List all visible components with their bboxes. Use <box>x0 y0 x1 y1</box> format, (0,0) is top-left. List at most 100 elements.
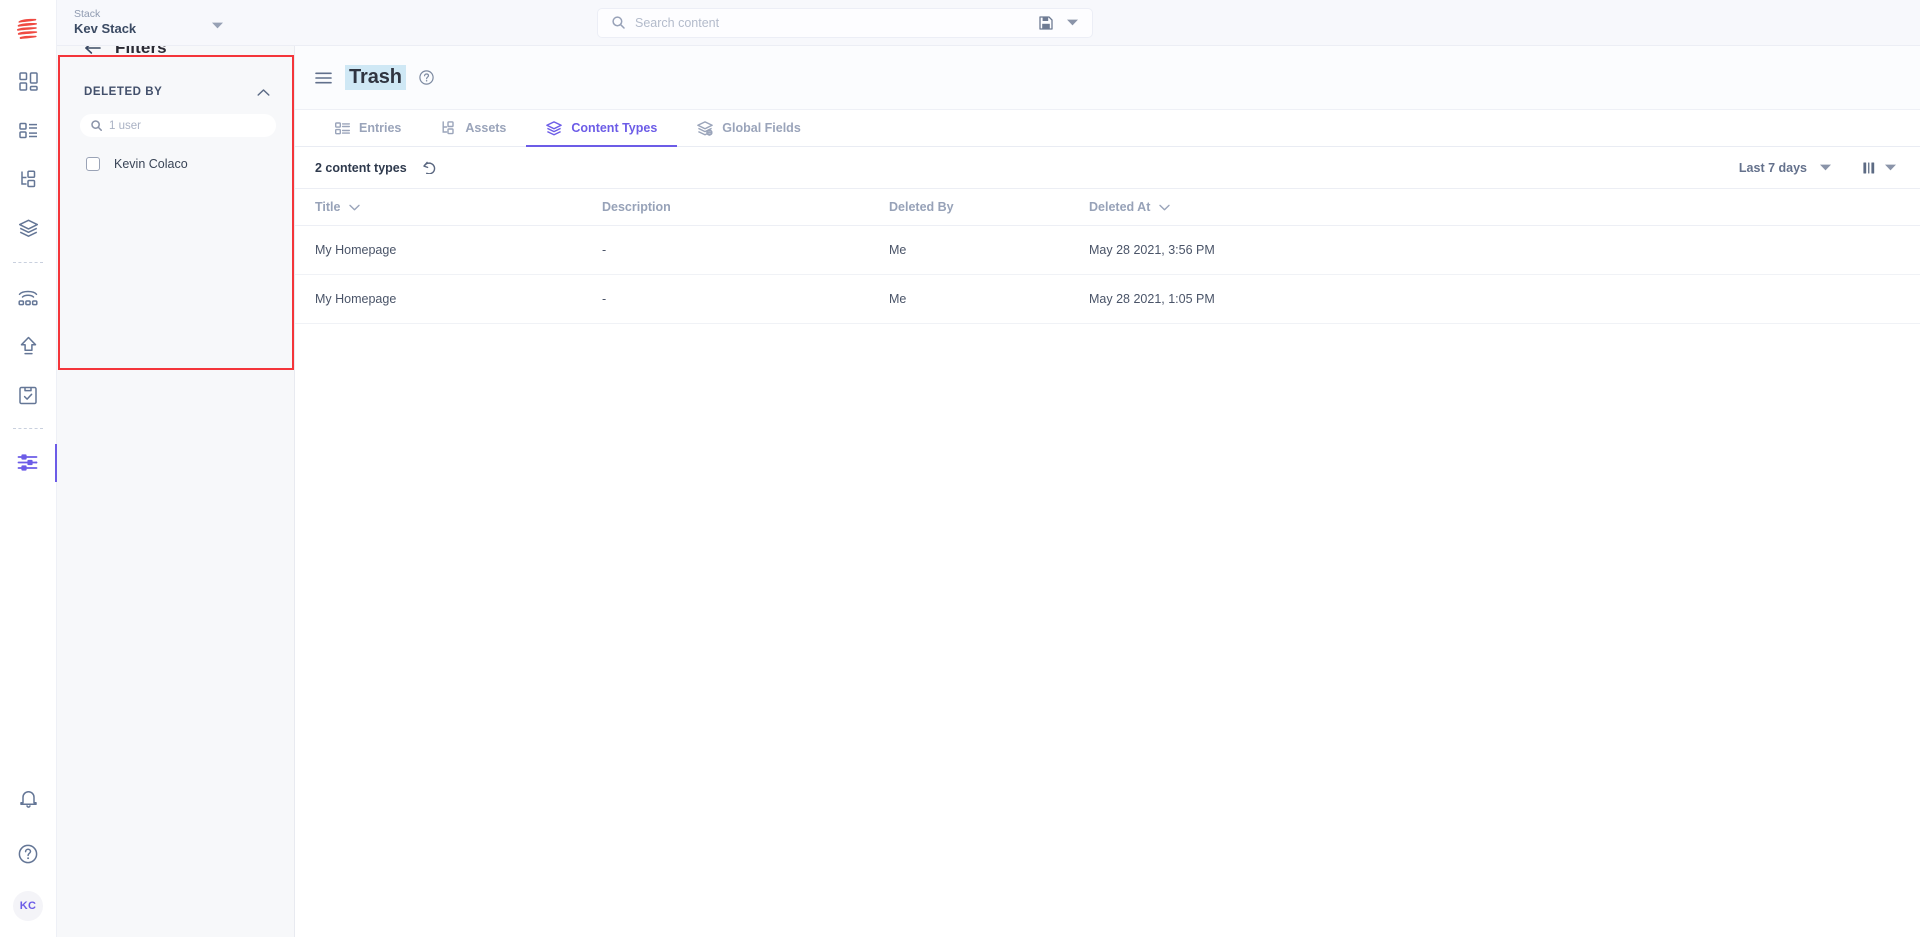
tab-entries[interactable]: Entries <box>315 110 421 146</box>
toolbar-right-group: Last 7 days <box>1739 161 1900 175</box>
page-title: Trash <box>345 65 406 90</box>
column-header-title[interactable]: Title <box>315 200 602 214</box>
left-icon-rail: KC <box>0 0 57 937</box>
filter-option-kevin-colaco[interactable]: Kevin Colaco <box>57 137 294 171</box>
workflow-icon <box>19 385 37 405</box>
column-header-label: Deleted By <box>889 200 954 214</box>
search-icon <box>91 120 102 131</box>
avatar[interactable]: KC <box>13 891 43 921</box>
list-toolbar: 2 content types Last 7 days <box>295 147 1920 189</box>
tab-label: Assets <box>465 121 507 135</box>
release-icon <box>19 336 38 356</box>
chevron-down-icon[interactable] <box>1885 164 1896 171</box>
chevron-down-icon[interactable] <box>1067 19 1078 26</box>
table-row[interactable]: My Homepage - Me May 28 2021, 3:56 PM <box>295 226 1920 275</box>
column-selector[interactable] <box>1863 161 1896 175</box>
table-body: My Homepage - Me May 28 2021, 3:56 PM My… <box>295 226 1920 324</box>
cell-deleted-by: Me <box>889 243 907 257</box>
stack-label: Stack <box>74 8 101 20</box>
sidebar-item-workflows[interactable] <box>0 370 57 419</box>
page-header: Trash <box>295 46 1920 109</box>
deleted-by-search-placeholder: 1 user <box>109 119 141 132</box>
cell-deleted-by: Me <box>889 292 907 306</box>
column-header-label: Deleted At <box>1089 200 1151 214</box>
columns-icon <box>1863 161 1877 175</box>
tab-assets[interactable]: Assets <box>421 110 526 146</box>
column-header-label: Title <box>315 200 341 214</box>
deleted-by-search-input[interactable]: 1 user <box>80 114 276 137</box>
cell-deleted-at: May 28 2021, 1:05 PM <box>1089 292 1215 306</box>
cell-title: My Homepage <box>315 292 397 306</box>
notifications-button[interactable] <box>0 771 57 826</box>
tab-label: Content Types <box>571 121 658 135</box>
filters-highlight-box <box>58 55 294 370</box>
cell-description: - <box>602 243 607 257</box>
cell-description: - <box>602 292 607 306</box>
assets-icon <box>19 170 38 189</box>
sidebar-item-trash[interactable] <box>0 438 57 487</box>
tab-bar: Entries Assets Content Types Global Fiel… <box>295 109 1920 147</box>
chevron-down-icon[interactable] <box>1159 204 1171 211</box>
refresh-icon[interactable] <box>422 161 436 174</box>
sidebar-item-dashboard[interactable] <box>0 57 57 106</box>
bell-icon <box>19 789 38 809</box>
chevron-down-icon[interactable] <box>1820 164 1831 171</box>
content-region: Trash Entries Assets Content Types Globa… <box>295 46 1920 937</box>
table-header-row: Title Description Deleted By Deleted At <box>295 189 1920 226</box>
deleted-by-label: DELETED BY <box>84 86 163 98</box>
rail-divider-1 <box>13 262 43 263</box>
checkbox[interactable] <box>86 157 100 171</box>
tab-label: Entries <box>359 121 402 135</box>
main-region: Stack Kev Stack Search content Trash Ent… <box>57 0 1920 937</box>
publish-queue-icon <box>17 287 39 307</box>
item-count: 2 content types <box>315 160 407 175</box>
trash-table: Title Description Deleted By Deleted At <box>295 189 1920 324</box>
sidebar-item-entries[interactable] <box>0 106 57 155</box>
avatar-initials: KC <box>19 900 37 912</box>
column-header-deleted-at[interactable]: Deleted At <box>1089 200 1900 214</box>
entries-icon <box>18 122 38 139</box>
filter-option-label: Kevin Colaco <box>114 157 188 171</box>
rail-divider-2 <box>13 428 43 429</box>
global-search-bar[interactable]: Search content <box>597 7 1093 38</box>
dashboard-icon <box>18 72 38 91</box>
sidebar-item-assets[interactable] <box>0 155 57 204</box>
chevron-down-icon[interactable] <box>349 204 361 211</box>
global-search-placeholder[interactable]: Search content <box>635 16 1031 30</box>
contentstack-logo[interactable] <box>0 0 57 57</box>
cell-deleted-at: May 28 2021, 3:56 PM <box>1089 243 1215 257</box>
help-button[interactable] <box>0 826 57 881</box>
column-header-description[interactable]: Description <box>602 200 889 214</box>
date-range-label: Last 7 days <box>1738 160 1807 175</box>
top-bar: Stack Kev Stack Search content <box>57 0 1920 46</box>
sidebar-item-releases[interactable] <box>0 321 57 370</box>
chevron-up-icon[interactable] <box>257 88 270 97</box>
hamburger-icon[interactable] <box>315 71 332 84</box>
tab-global-fields[interactable]: Global Fields <box>677 110 821 146</box>
search-icon <box>612 16 625 29</box>
save-icon[interactable] <box>1039 15 1053 30</box>
help-circle-icon[interactable] <box>419 70 434 85</box>
deleted-by-section-header[interactable]: DELETED BY <box>57 58 294 98</box>
content-types-icon <box>546 120 563 136</box>
assets-icon <box>441 121 456 135</box>
rail-bottom-group: KC <box>0 771 57 937</box>
column-header-deleted-by[interactable]: Deleted By <box>889 200 1089 214</box>
date-range-selector[interactable]: Last 7 days <box>1739 161 1831 175</box>
content-types-icon <box>18 219 39 238</box>
help-icon <box>18 844 38 864</box>
tab-label: Global Fields <box>722 121 801 135</box>
stack-selector[interactable]: Stack Kev Stack <box>57 0 239 46</box>
chevron-down-icon[interactable] <box>212 22 223 29</box>
sidebar-item-publish-queue[interactable] <box>0 272 57 321</box>
cell-title: My Homepage <box>315 243 397 257</box>
table-row[interactable]: My Homepage - Me May 28 2021, 1:05 PM <box>295 275 1920 324</box>
entries-icon <box>335 121 350 135</box>
global-fields-icon <box>697 120 714 136</box>
tab-content-types[interactable]: Content Types <box>526 110 678 147</box>
app-root: KC Filters DELETED BY 1 user Kevin Colac… <box>0 0 1920 937</box>
trash-filters-icon <box>17 453 39 472</box>
sidebar-item-content-types[interactable] <box>0 204 57 253</box>
filters-panel: Filters DELETED BY 1 user Kevin Colaco <box>57 0 295 937</box>
column-header-label: Description <box>602 200 671 214</box>
